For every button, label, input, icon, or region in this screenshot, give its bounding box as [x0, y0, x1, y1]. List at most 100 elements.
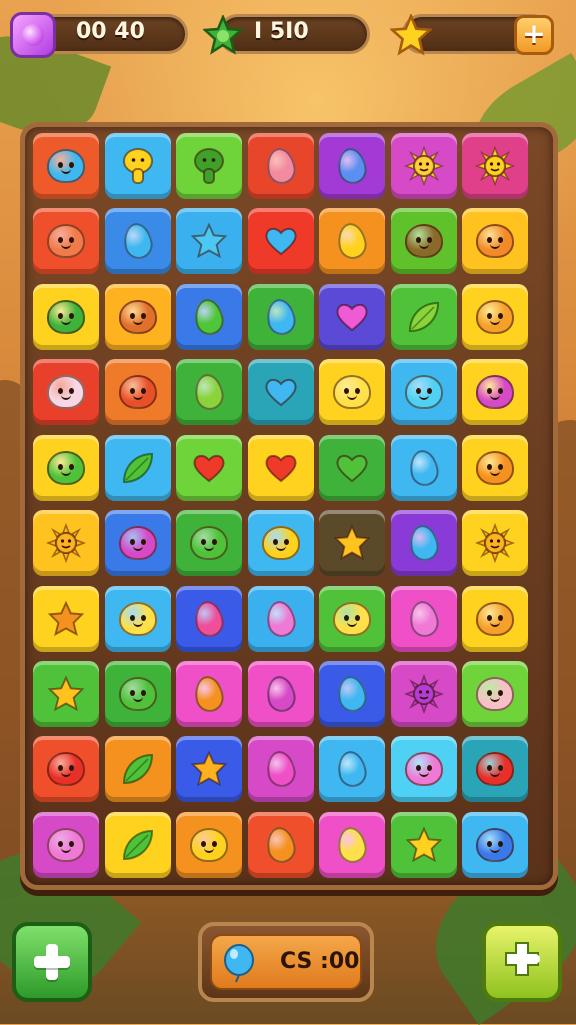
gem-count: 00 40	[76, 19, 145, 44]
tile[interactable]	[176, 510, 242, 577]
tile[interactable]	[176, 736, 242, 803]
tile[interactable]	[247, 359, 314, 426]
tile[interactable]	[390, 434, 457, 501]
tile[interactable]	[319, 359, 385, 426]
moves-counter: I 5I0	[200, 12, 370, 56]
tile[interactable]	[390, 811, 457, 878]
tile[interactable]	[462, 585, 528, 652]
leaf-icon	[117, 447, 159, 489]
tile[interactable]	[176, 208, 242, 275]
drop-icon	[331, 220, 373, 262]
tile[interactable]	[319, 133, 385, 199]
tile[interactable]	[462, 510, 528, 577]
tile[interactable]	[390, 736, 457, 803]
tile[interactable]	[319, 661, 385, 728]
leaf-icon	[117, 824, 159, 866]
tile[interactable]	[104, 133, 171, 199]
drop-icon	[331, 145, 373, 187]
tile[interactable]	[319, 208, 385, 275]
tile[interactable]	[104, 661, 171, 728]
heart-icon	[260, 371, 302, 413]
tile[interactable]	[176, 434, 242, 501]
tile[interactable]	[104, 510, 171, 577]
puzzle-add-button[interactable]	[482, 922, 562, 1002]
tile[interactable]	[33, 811, 99, 878]
tile[interactable]	[390, 283, 457, 350]
add-stars-button[interactable]: +	[514, 15, 554, 55]
tile[interactable]	[390, 359, 457, 426]
tile[interactable]	[462, 359, 528, 426]
tile[interactable]	[462, 208, 528, 275]
tile[interactable]	[390, 510, 457, 577]
tile[interactable]	[319, 811, 385, 878]
tile[interactable]	[319, 434, 385, 501]
creature-icon	[188, 522, 230, 564]
creature-icon	[45, 296, 87, 338]
tile[interactable]	[33, 359, 99, 426]
tile[interactable]	[247, 510, 314, 577]
tile[interactable]	[462, 811, 528, 878]
creature-icon	[45, 447, 87, 489]
mushroom-icon	[188, 145, 230, 187]
heart-icon	[331, 296, 373, 338]
star-icon	[45, 598, 87, 640]
tile[interactable]	[33, 208, 99, 275]
tile[interactable]	[104, 811, 171, 878]
green-star-icon	[200, 12, 246, 58]
tile[interactable]	[247, 283, 314, 350]
star-icon	[188, 220, 230, 262]
drop-icon	[260, 824, 302, 866]
tile[interactable]	[104, 434, 171, 501]
tile[interactable]	[176, 359, 242, 426]
tile[interactable]	[104, 283, 171, 350]
drop-icon	[260, 748, 302, 790]
creature-icon	[474, 673, 516, 715]
tile[interactable]	[33, 736, 99, 803]
tile[interactable]	[462, 661, 528, 728]
sun-icon	[403, 145, 445, 187]
tile[interactable]	[104, 585, 171, 652]
tile[interactable]	[390, 133, 457, 199]
tile[interactable]	[247, 208, 314, 275]
creature-icon	[403, 371, 445, 413]
tile[interactable]	[319, 585, 385, 652]
tile[interactable]	[33, 133, 99, 199]
creature-icon	[331, 371, 373, 413]
drop-icon	[331, 824, 373, 866]
drop-icon	[331, 673, 373, 715]
tile[interactable]	[247, 434, 314, 501]
tile[interactable]	[390, 208, 457, 275]
tile[interactable]	[104, 208, 171, 275]
tile[interactable]	[462, 434, 528, 501]
balloon-icon	[222, 944, 256, 984]
coin-counter-inner: CS :00	[210, 934, 362, 990]
tile[interactable]	[176, 283, 242, 350]
tile[interactable]	[247, 736, 314, 803]
tile[interactable]	[462, 133, 528, 199]
tile[interactable]	[176, 585, 242, 652]
tile[interactable]	[247, 133, 314, 199]
tile[interactable]	[104, 359, 171, 426]
tile[interactable]	[319, 283, 385, 350]
tile[interactable]	[319, 510, 385, 577]
tile[interactable]	[390, 585, 457, 652]
tile[interactable]	[104, 736, 171, 803]
tile[interactable]	[247, 585, 314, 652]
tile[interactable]	[247, 661, 314, 728]
tile[interactable]	[247, 811, 314, 878]
tile[interactable]	[319, 736, 385, 803]
tile[interactable]	[390, 661, 457, 728]
tile[interactable]	[33, 434, 99, 501]
tile[interactable]	[176, 661, 242, 728]
star-icon	[45, 673, 87, 715]
tile[interactable]	[462, 283, 528, 350]
tile[interactable]	[462, 736, 528, 803]
tile[interactable]	[176, 811, 242, 878]
tile[interactable]	[33, 510, 99, 577]
add-button[interactable]	[12, 922, 92, 1002]
leaf-icon	[117, 748, 159, 790]
tile[interactable]	[33, 585, 99, 652]
tile[interactable]	[33, 283, 99, 350]
tile[interactable]	[176, 133, 242, 199]
tile[interactable]	[33, 661, 99, 728]
